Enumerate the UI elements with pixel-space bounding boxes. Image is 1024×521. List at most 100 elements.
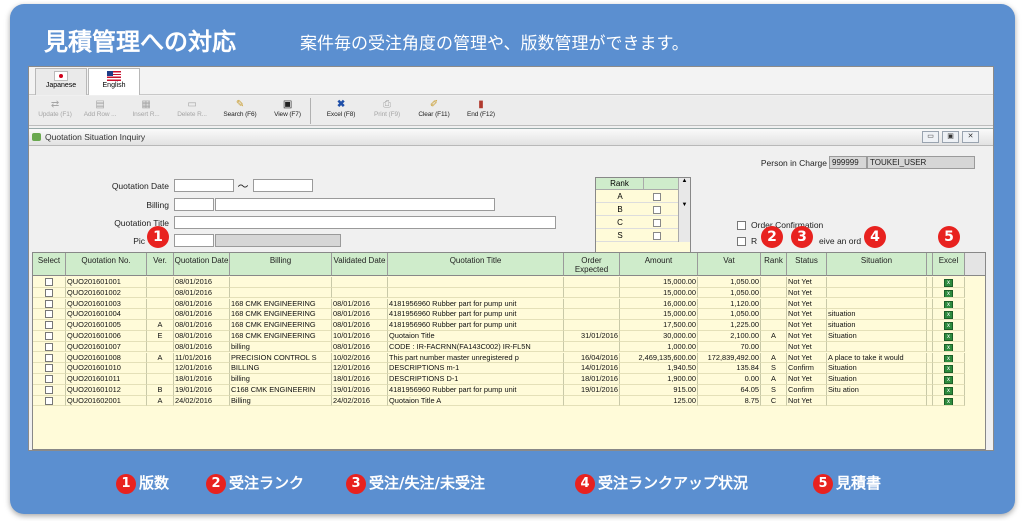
table-cell: [332, 277, 388, 288]
table-row[interactable]: QUO201601002 08/01/2016 15,000.00 1,050.00 N…: [33, 287, 985, 299]
col-billing[interactable]: Billing: [230, 253, 332, 276]
col-vat[interactable]: Vat: [698, 253, 761, 276]
excel-file-icon[interactable]: x: [944, 289, 953, 298]
view-button[interactable]: ▣ View (F7): [265, 98, 311, 124]
excel-file-icon[interactable]: x: [944, 279, 953, 287]
add-row-button[interactable]: ▤ Add Row ...: [78, 98, 122, 124]
rank-list-scrollbar[interactable]: ▲ ▼: [678, 178, 690, 242]
col-quotation-date[interactable]: Quotation Date: [174, 253, 230, 276]
excel-file-icon[interactable]: x: [944, 311, 953, 320]
col-validated-date[interactable]: Validated Date: [332, 253, 388, 276]
table-cell: 08/01/2016: [174, 331, 230, 342]
excel-file-icon[interactable]: x: [944, 397, 953, 406]
table-cell: 70.00: [698, 341, 761, 353]
row-select-checkbox[interactable]: [45, 353, 53, 362]
row-select-checkbox[interactable]: [45, 332, 53, 340]
col-select[interactable]: Select: [33, 253, 66, 276]
quotation-date-from-field[interactable]: [174, 179, 234, 192]
tab-english[interactable]: English: [88, 68, 140, 95]
billing-code-field[interactable]: [174, 198, 214, 211]
delete-row-icon: ▭: [187, 99, 197, 110]
table-row[interactable]: QUO201601003 08/01/2016 168 CMK ENGINEERIN…: [33, 298, 985, 310]
person-name-field[interactable]: TOUKEI_USER: [867, 156, 975, 169]
row-select-checkbox[interactable]: [45, 288, 53, 297]
rank-option-b[interactable]: B: [596, 204, 678, 216]
rank-list[interactable]: Rank A B C S ▲ ▼: [595, 177, 691, 255]
excel-file-icon[interactable]: x: [944, 387, 953, 395]
table-cell: Situation: [827, 374, 927, 385]
quotation-title-field[interactable]: [174, 216, 556, 229]
rank-option-s[interactable]: S: [596, 230, 678, 242]
row-select-checkbox[interactable]: [45, 299, 53, 308]
pic-code-field[interactable]: [174, 234, 214, 247]
rank-option-c[interactable]: C: [596, 217, 678, 229]
table-row[interactable]: QUO201601012 B 19/01/2016 C168 CMK ENGINEER…: [33, 385, 985, 396]
rank-checkbox[interactable]: [653, 232, 661, 240]
col-rank[interactable]: Rank: [761, 253, 787, 276]
search-button[interactable]: ✎ Search (F6): [217, 98, 263, 124]
table-row[interactable]: QUO201601004 08/01/2016 168 CMK ENGINEERIN…: [33, 309, 985, 320]
col-version[interactable]: Ver.: [147, 253, 174, 276]
excel-file-icon[interactable]: x: [944, 365, 953, 374]
close-button[interactable]: ✕: [962, 131, 979, 143]
update-button[interactable]: ⇄ Update (F1): [33, 98, 77, 124]
row-select-checkbox[interactable]: [45, 310, 53, 319]
table-cell: 0.00: [698, 374, 761, 385]
rank-checkbox[interactable]: [653, 219, 661, 227]
col-order-expected[interactable]: Order Expected: [564, 253, 620, 276]
quotation-date-to-field[interactable]: [253, 179, 313, 192]
grid-corner: [965, 253, 985, 276]
table-cell: Not Yet: [787, 277, 827, 288]
maximize-button[interactable]: ▣: [942, 131, 959, 143]
table-cell: 1,900.00: [620, 374, 698, 385]
order-confirmation-checkbox[interactable]: [737, 221, 746, 230]
row-select-checkbox[interactable]: [45, 321, 53, 330]
billing-name-field[interactable]: [215, 198, 495, 211]
table-row[interactable]: QUO201601005 A 08/01/2016 168 CMK ENGINEERI…: [33, 320, 985, 331]
print-button[interactable]: ⎙ Print (F9): [365, 98, 409, 124]
col-amount[interactable]: Amount: [620, 253, 698, 276]
insert-row-button[interactable]: ▦ Insert R...: [124, 98, 168, 124]
minimize-button[interactable]: ▭: [922, 131, 939, 143]
row-select-checkbox[interactable]: [45, 386, 53, 394]
table-cell: [147, 309, 174, 320]
clear-button[interactable]: ✐ Clear (F11): [411, 98, 457, 124]
receive-order-checkbox[interactable]: [737, 237, 746, 246]
col-status[interactable]: Status: [787, 253, 827, 276]
table-row[interactable]: QUO201601010 12/01/2016 BILLING 12/01/2016 D…: [33, 363, 985, 374]
excel-file-icon[interactable]: x: [944, 300, 953, 309]
rank-checkbox[interactable]: [653, 206, 661, 214]
excel-file-icon[interactable]: x: [944, 343, 953, 352]
table-cell: QUO201602001: [66, 395, 147, 407]
table-row[interactable]: QUO201601006 E 08/01/2016 168 CMK ENGINEERI…: [33, 331, 985, 342]
table-row[interactable]: QUO201602001 A 24/02/2016 Billing 24/02/2016…: [33, 395, 985, 407]
table-row[interactable]: QUO201601008 A 11/01/2016 PRECISION CONTROL…: [33, 352, 985, 364]
excel-file-icon[interactable]: x: [944, 376, 953, 384]
row-select-checkbox[interactable]: [45, 342, 53, 351]
end-button[interactable]: ▮ End (F12): [459, 98, 503, 124]
excel-file-icon[interactable]: x: [944, 354, 953, 363]
table-row[interactable]: QUO201601001 08/01/2016 15,000.00 1,050.00 N…: [33, 277, 985, 288]
person-code-field[interactable]: 999999: [829, 156, 867, 169]
window-titlebar: Quotation Situation Inquiry ▭ ▣ ✕: [29, 129, 993, 146]
delete-row-button[interactable]: ▭ Delete R...: [170, 98, 214, 124]
table-row[interactable]: QUO201601007 08/01/2016 billing 08/01/2016 C…: [33, 341, 985, 353]
col-situation[interactable]: Situation: [827, 253, 927, 276]
excel-file-icon[interactable]: x: [944, 322, 953, 330]
col-quotation-title[interactable]: Quotation Title: [388, 253, 564, 276]
excel-file-icon[interactable]: x: [944, 333, 953, 341]
table-row[interactable]: QUO201601011 18/01/2016 billing 18/01/2016 D…: [33, 374, 985, 385]
row-select-checkbox[interactable]: [45, 278, 53, 286]
table-cell: [332, 287, 388, 299]
col-quotation-no[interactable]: Quotation No.: [66, 253, 147, 276]
row-select-checkbox[interactable]: [45, 375, 53, 384]
pic-name-field[interactable]: [215, 234, 341, 247]
row-select-checkbox[interactable]: [45, 396, 53, 405]
rank-checkbox[interactable]: [653, 193, 661, 201]
row-select-checkbox[interactable]: [45, 364, 53, 373]
col-excel[interactable]: Excel: [933, 253, 965, 276]
rank-option-a[interactable]: A: [596, 191, 678, 203]
table-cell: [761, 287, 787, 299]
excel-button[interactable]: ✖ Excel (F8): [319, 98, 363, 124]
tab-japanese[interactable]: Japanese: [35, 68, 87, 95]
